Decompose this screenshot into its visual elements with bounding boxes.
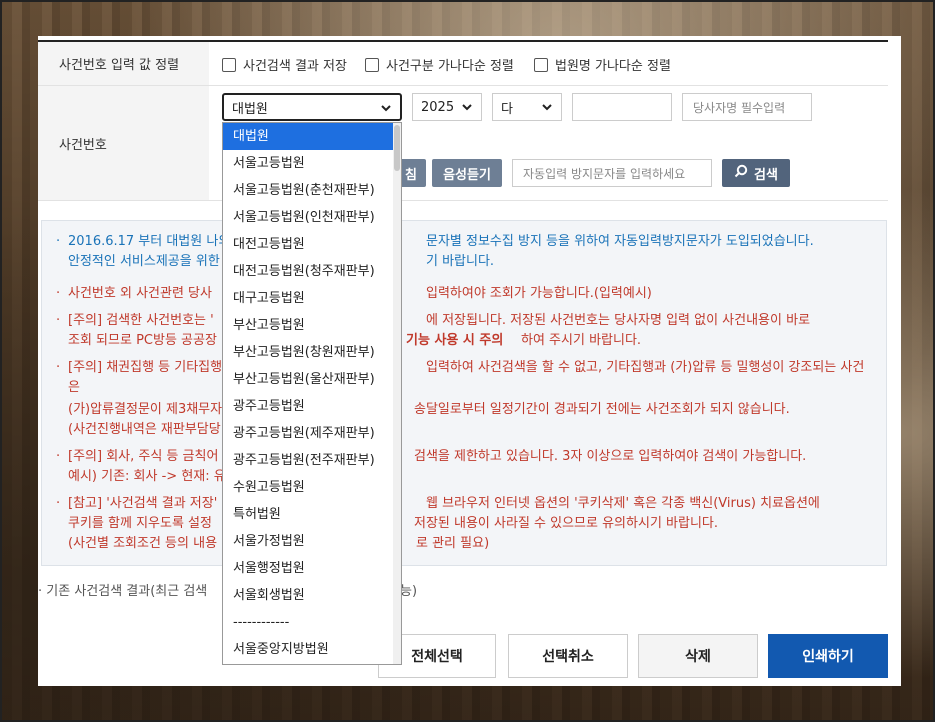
notice-line: [주의] 검색한 사건번호는 ': [68, 313, 214, 328]
notice-line: [주의] 채권집행 등 기타집행: [68, 360, 223, 375]
notice-box: · 2016.6.17 부터 대법원 나의 문자별 정보수집 방지 등을 위하여…: [41, 220, 887, 566]
case-type-select-value: 다: [501, 101, 513, 117]
court-select[interactable]: 대법원: [222, 93, 402, 121]
checkbox-box[interactable]: [222, 57, 236, 72]
court-option[interactable]: 부산고등법원: [223, 312, 401, 339]
notice-line: 하여 주시기 바랍니다.: [521, 333, 642, 348]
court-option[interactable]: 부산고등법원(울산재판부): [223, 366, 401, 393]
court-option[interactable]: 대법원: [223, 123, 401, 150]
notice-line: 조회 되므로 PC방등 공공장: [68, 333, 217, 348]
notice-line: 문자별 정보수집 방지 등을 위하여 자동입력방지문자가 도입되었습니다.: [426, 234, 814, 249]
search-icon: [734, 164, 748, 182]
notice-line: 사건번호 외 사건관련 당사: [68, 286, 212, 301]
checkbox-label: 법원명 가나다순 정렬: [555, 59, 671, 74]
case-number-input[interactable]: [572, 93, 672, 121]
court-select-value: 대법원: [232, 101, 268, 117]
captcha-input[interactable]: 자동입력 방지문자를 입력하세요: [512, 159, 712, 187]
notice-line: 저장된 내용이 사라질 수 있으므로 유의하시기 바랍니다.: [414, 516, 719, 531]
notice-line: (사건진행내역은 재판부담당: [68, 422, 221, 437]
court-option[interactable]: 대전고등법원: [223, 231, 401, 258]
court-option[interactable]: 부산고등법원(창원재판부): [223, 339, 401, 366]
court-option[interactable]: 특허법원: [223, 501, 401, 528]
notice-line-emphasis: 기능 사용 시 주의: [406, 333, 504, 348]
bullet-icon: ·: [56, 234, 61, 249]
court-option[interactable]: 광주고등법원(제주재판부): [223, 420, 401, 447]
checkbox-label: 사건구분 가나다순 정렬: [386, 59, 514, 74]
chevron-down-icon: [541, 101, 553, 116]
bullet-icon: ·: [56, 313, 61, 328]
notice-line: 에 저장됩니다. 저장된 사건번호는 당사자명 입력 없이 사건내용이 바로: [426, 313, 811, 328]
court-option[interactable]: ------------: [223, 609, 401, 636]
checkbox-sort-court[interactable]: 법원명 가나다순 정렬: [534, 55, 671, 74]
sort-label: 사건번호 입력 값 정렬: [38, 42, 209, 85]
notice-line: 입력하여 사건검색을 할 수 없고, 기타집행과 (가)압류 등 밀행성이 강조…: [426, 360, 865, 375]
chevron-down-icon: [461, 101, 473, 116]
court-option[interactable]: 광주고등법원(전주재판부): [223, 447, 401, 474]
dropdown-scrollbar-thumb[interactable]: [394, 125, 400, 171]
court-option[interactable]: 서울고등법원(춘천재판부): [223, 177, 401, 204]
court-dropdown-list[interactable]: 대법원 서울고등법원 서울고등법원(춘천재판부) 서울고등법원(인천재판부) 대전고등법…: [222, 122, 402, 665]
print-button[interactable]: 인쇄하기: [768, 634, 888, 678]
notice-line: 기 바랍니다.: [426, 254, 495, 269]
court-option[interactable]: 서울고등법원: [223, 150, 401, 177]
notice-line: (가)압류결정문이 제3채무자: [68, 402, 223, 417]
case-search-panel: 사건번호 입력 값 정렬 사건검색 결과 저장 사건구분 가나다순 정렬 법원명…: [38, 36, 901, 686]
bullet-icon: ·: [56, 496, 61, 511]
checkbox-label: 사건검색 결과 저장: [243, 59, 347, 74]
prior-results-tail: 능): [400, 584, 418, 599]
notice-line: 예시) 기존: 회사 -> 현재: 유: [68, 469, 226, 484]
year-select[interactable]: 2025: [412, 93, 482, 121]
voice-captcha-button[interactable]: 음성듣기: [432, 159, 502, 187]
notice-line: 검색을 제한하고 있습니다. 3자 이상으로 입력하여야 검색이 가능합니다.: [414, 449, 807, 464]
notice-line: 은: [68, 380, 80, 395]
search-button-label: 검색: [754, 167, 778, 183]
bullet-icon: ·: [56, 360, 61, 375]
notice-line: 안정적인 서비스제공을 위한: [68, 254, 220, 269]
notice-line: [참고] '사건검색 결과 저장': [68, 496, 218, 511]
sort-row: 사건번호 입력 값 정렬 사건검색 결과 저장 사건구분 가나다순 정렬 법원명…: [38, 42, 888, 86]
chevron-down-icon: [380, 102, 392, 117]
party-name-input[interactable]: 당사자명 필수입력: [682, 93, 812, 121]
bullet-icon: ·: [56, 286, 61, 301]
notice-line: 로 관리 필요): [416, 536, 490, 551]
delete-button[interactable]: 삭제: [638, 634, 758, 678]
court-option[interactable]: 서울행정법원: [223, 555, 401, 582]
case-number-row: 사건번호 대법원 2025 다 당사자명 필수입력 침 음성듣기 자동입력 방지…: [38, 86, 888, 201]
court-option[interactable]: 서울중앙지방법원: [223, 636, 401, 663]
notice-line: [주의] 회사, 주식 등 금칙어: [68, 449, 219, 464]
notice-line: 쿠키를 함께 지우도록 설정: [68, 516, 212, 531]
checkbox-box[interactable]: [365, 57, 379, 72]
notice-line: 웹 브라우저 인터넷 옵션의 '쿠키삭제' 혹은 각종 백신(Virus) 치료…: [426, 496, 820, 511]
year-select-value: 2025: [421, 99, 455, 115]
bullet-icon: ·: [56, 449, 61, 464]
case-number-label: 사건번호: [38, 86, 209, 200]
court-option[interactable]: 수원고등법원: [223, 474, 401, 501]
notice-line: (사건별 조회조건 등의 내용: [68, 536, 218, 551]
notice-line: 2016.6.17 부터 대법원 나의: [68, 234, 231, 249]
notice-line: 송달일로부터 일정기간이 경과되기 전에는 사건조회가 되지 않습니다.: [414, 402, 790, 417]
prior-results-text: 기존 사건검색 결과(최근 검색: [46, 584, 208, 599]
court-option[interactable]: 서울회생법원: [223, 582, 401, 609]
court-option[interactable]: 광주고등법원: [223, 393, 401, 420]
case-type-select[interactable]: 다: [492, 93, 562, 121]
checkbox-save-results[interactable]: 사건검색 결과 저장: [222, 55, 347, 74]
court-option[interactable]: 대전고등법원(청주재판부): [223, 258, 401, 285]
court-option[interactable]: 서울고등법원(인천재판부): [223, 204, 401, 231]
deselect-button[interactable]: 선택취소: [508, 634, 628, 678]
dropdown-scrollbar[interactable]: [393, 123, 401, 664]
checkbox-sort-type[interactable]: 사건구분 가나다순 정렬: [365, 55, 514, 74]
search-button[interactable]: 검색: [722, 159, 790, 187]
court-dropdown-items: 대법원 서울고등법원 서울고등법원(춘천재판부) 서울고등법원(인천재판부) 대전고등법…: [223, 123, 401, 663]
court-option[interactable]: 대구고등법원: [223, 285, 401, 312]
court-option[interactable]: 서울가정법원: [223, 528, 401, 555]
prior-results-heading: · 기존 사건검색 결과(최근 검색: [38, 580, 207, 599]
checkbox-box[interactable]: [534, 57, 548, 72]
notice-line: 입력하여야 조회가 가능합니다.(입력예시): [426, 286, 652, 301]
